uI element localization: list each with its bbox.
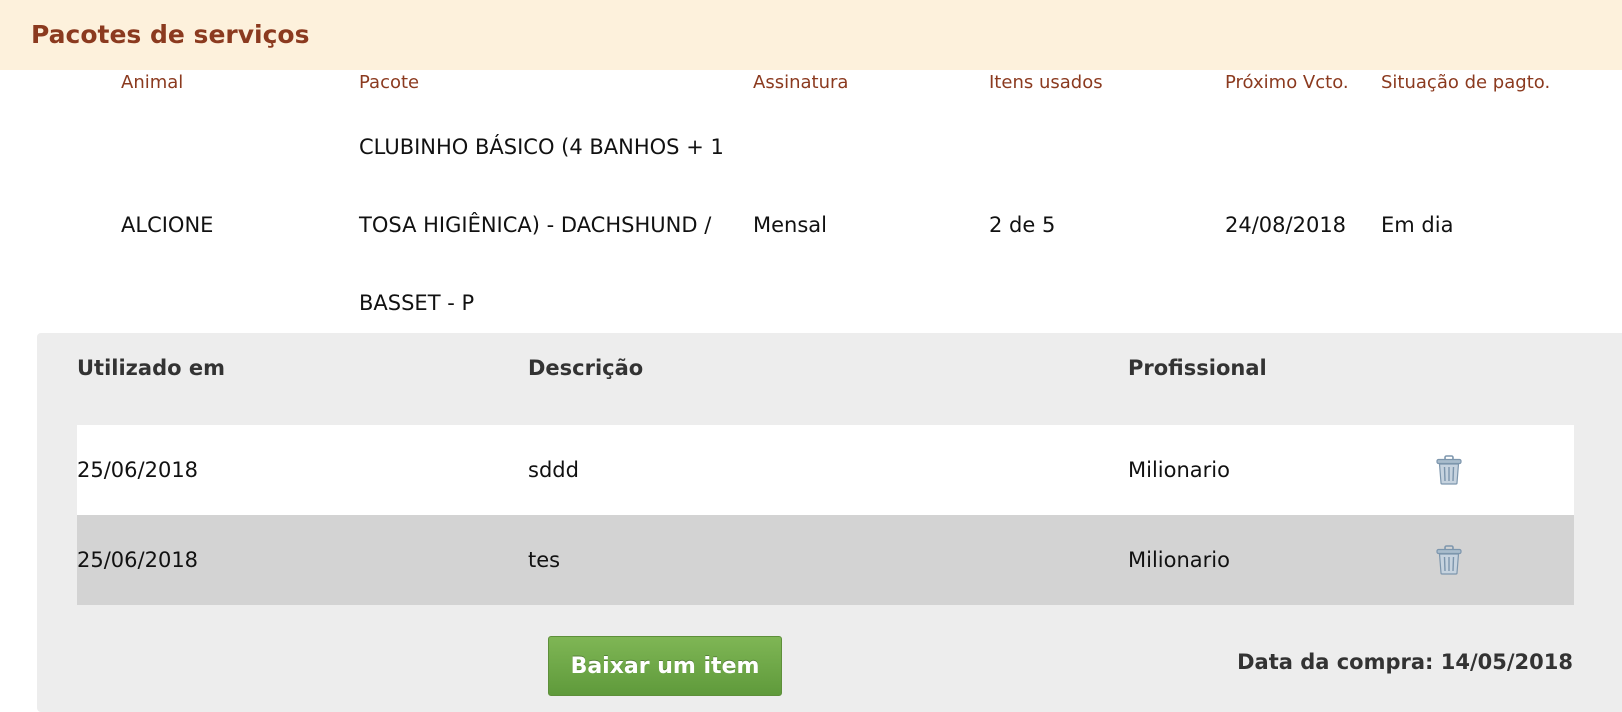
usage-header-used-on: Utilizado em	[77, 356, 225, 380]
usage-description: tes	[528, 548, 561, 572]
col-header-next-due: Próximo Vcto.	[1225, 72, 1349, 93]
items-used-value: 2 de 5	[989, 213, 1056, 237]
usage-row: 25/06/2018 tes Milionario	[77, 515, 1574, 605]
package-name-line-2: TOSA HIGIÊNICA) - DACHSHUND /	[359, 213, 712, 237]
col-header-payment-status: Situação de pagto.	[1381, 72, 1551, 93]
trash-icon[interactable]	[1435, 545, 1463, 575]
col-header-animal: Animal	[121, 72, 184, 93]
usage-row: 25/06/2018 sddd Milionario	[77, 425, 1574, 515]
usage-header-description: Descrição	[528, 356, 644, 380]
col-header-subscription: Assinatura	[753, 72, 849, 93]
payment-status: Em dia	[1381, 213, 1454, 237]
download-item-button[interactable]: Baixar um item	[548, 636, 782, 696]
animal-name: ALCIONE	[121, 213, 214, 237]
package-name-line-1: CLUBINHO BÁSICO (4 BANHOS + 1	[359, 135, 724, 159]
col-header-package: Pacote	[359, 72, 420, 93]
usage-header-professional: Profissional	[1128, 356, 1267, 380]
usage-professional: Milionario	[1128, 458, 1230, 482]
next-due-date: 24/08/2018	[1225, 213, 1347, 237]
section-header: Pacotes de serviços	[0, 0, 1622, 70]
section-title: Pacotes de serviços	[31, 20, 310, 49]
usage-description: sddd	[528, 458, 579, 482]
usage-date: 25/06/2018	[77, 458, 199, 482]
package-name-line-3: BASSET - P	[359, 291, 475, 315]
purchase-date: Data da compra: 14/05/2018	[1237, 650, 1573, 674]
trash-icon[interactable]	[1435, 455, 1463, 485]
col-header-items-used: Itens usados	[989, 72, 1103, 93]
subscription-type: Mensal	[753, 213, 827, 237]
usage-professional: Milionario	[1128, 548, 1230, 572]
usage-date: 25/06/2018	[77, 548, 199, 572]
service-packages-page: Pacotes de serviços Animal Pacote Assina…	[0, 0, 1622, 712]
